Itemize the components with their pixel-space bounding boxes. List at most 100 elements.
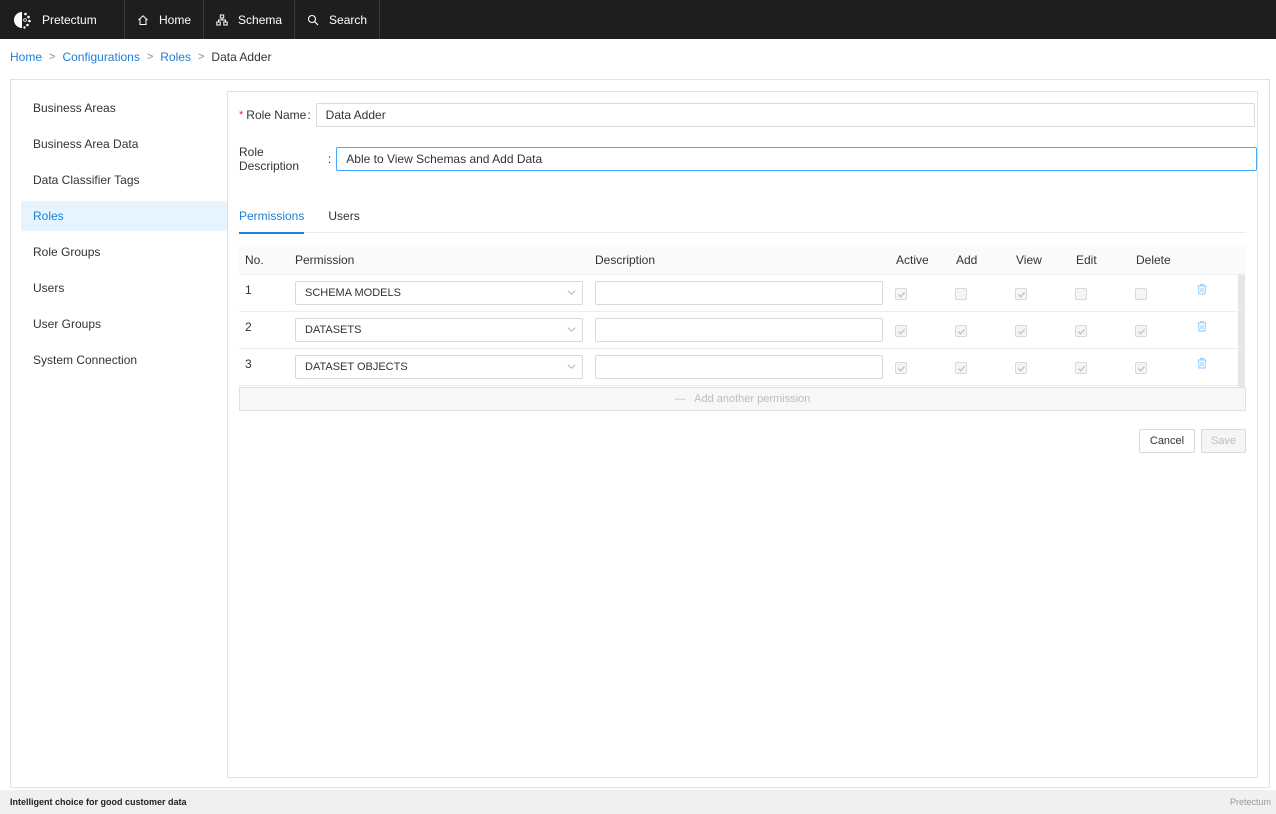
check-icon [1137,365,1146,372]
sidebar-item-user-groups[interactable]: User Groups [21,309,227,339]
breadcrumb-separator: > [146,51,154,63]
check-icon [1017,291,1026,298]
sidebar-item-data-classifier-tags[interactable]: Data Classifier Tags [21,165,227,195]
cancel-button[interactable]: Cancel [1139,429,1195,453]
nav-search[interactable]: Search [295,0,381,39]
sidebar-item-role-groups[interactable]: Role Groups [21,237,227,267]
required-mark: * [239,109,244,121]
header-permission: Permission [295,253,355,267]
role-description-input[interactable] [336,147,1257,171]
header-description: Description [595,253,656,267]
pretectum-logo-icon [14,11,31,29]
delete-checkbox[interactable] [1135,288,1147,300]
role-name-input[interactable] [315,103,1255,127]
active-checkbox[interactable] [895,288,907,300]
check-icon [957,328,966,335]
sidebar-item-system-connection[interactable]: System Connection [21,345,227,375]
tab-users[interactable]: Users [328,196,359,233]
breadcrumb-separator: > [49,51,56,63]
edit-checkbox[interactable] [1075,362,1087,374]
nav-home[interactable]: Home [125,0,205,39]
add-checkbox[interactable] [955,325,967,337]
trash-icon[interactable] [1196,320,1208,332]
row-number: 2 [245,320,252,334]
edit-checkbox[interactable] [1075,325,1087,337]
check-icon [1017,328,1026,335]
role-name-label: Role Name [246,108,307,122]
nav-home-label: Home [159,12,192,27]
trash-icon[interactable] [1196,283,1208,295]
nav-schema[interactable]: Schema [204,0,296,39]
permission-description-input[interactable] [595,281,883,305]
add-permission-button[interactable]: — Add another permission [239,387,1246,411]
table-row: 2 DATASETS [239,312,1246,349]
top-nav: Pretectum Home Schema Search [0,0,1276,39]
breadcrumb-roles[interactable]: Roles [160,50,191,64]
check-icon [1077,328,1086,335]
permission-select[interactable]: DATASET OBJECTS [295,355,583,379]
check-icon [1077,365,1086,372]
check-icon [897,328,906,335]
row-number: 3 [245,357,252,371]
footer-brand: Pretectum [1229,797,1271,807]
schema-icon [216,14,228,25]
permission-select[interactable]: SCHEMA MODELS [295,281,583,305]
permission-description-input[interactable] [595,318,883,342]
tab-permissions[interactable]: Permissions [239,196,305,234]
row-number: 1 [245,283,252,297]
brand-name: Pretectum [42,12,97,27]
minus-icon: — [674,393,686,405]
sidebar-item-business-area-data[interactable]: Business Area Data [21,129,227,159]
table-scrollbar[interactable] [1238,275,1245,387]
nav-schema-label: Schema [238,12,283,27]
header-add: Add [956,253,978,267]
permissions-table: No. Permission Description Active Add Vi… [239,245,1246,387]
home-icon [138,14,148,25]
save-button[interactable]: Save [1201,429,1246,453]
footer-tagline: Intelligent choice for good customer dat… [10,797,187,807]
add-checkbox[interactable] [955,362,967,374]
header-active: Active [896,253,929,267]
content-container: Business Areas Business Area Data Data C… [10,79,1270,788]
tabs: Permissions Users [239,196,1246,234]
breadcrumb-current: Data Adder [211,50,272,64]
active-checkbox[interactable] [895,325,907,337]
label-colon: : [307,108,311,122]
role-editor-panel: * Role Name : Role Description : Permiss… [227,91,1258,778]
search-icon [307,14,319,25]
breadcrumb: Home > Configurations > Roles > Data Add… [10,50,271,64]
breadcrumb-home[interactable]: Home [10,50,42,64]
header-no: No. [245,253,264,267]
role-name-row: * Role Name : [239,103,1255,127]
add-checkbox[interactable] [955,288,967,300]
trash-icon[interactable] [1196,357,1208,369]
permission-description-input[interactable] [595,355,883,379]
check-icon [1137,328,1146,335]
check-icon [897,365,906,372]
check-icon [957,365,966,372]
brand[interactable]: Pretectum [0,0,125,39]
table-header: No. Permission Description Active Add Vi… [239,245,1246,275]
breadcrumb-configurations[interactable]: Configurations [62,50,139,64]
breadcrumb-separator: > [197,51,205,63]
view-checkbox[interactable] [1015,362,1027,374]
sidebar-item-roles[interactable]: Roles [21,201,227,231]
delete-checkbox[interactable] [1135,362,1147,374]
edit-checkbox[interactable] [1075,288,1087,300]
footer: Intelligent choice for good customer dat… [0,790,1276,814]
delete-checkbox[interactable] [1135,325,1147,337]
sidebar-item-users[interactable]: Users [21,273,227,303]
sidebar-item-business-areas[interactable]: Business Areas [21,93,227,123]
view-checkbox[interactable] [1015,325,1027,337]
role-description-row: Role Description : [239,145,1257,173]
header-view: View [1016,253,1042,267]
chevron-down-icon [567,364,576,369]
view-checkbox[interactable] [1015,288,1027,300]
nav-search-label: Search [329,12,368,27]
active-checkbox[interactable] [895,362,907,374]
check-icon [1017,365,1026,372]
table-row: 3 DATASET OBJECTS [239,349,1246,386]
permission-select[interactable]: DATASETS [295,318,583,342]
sidebar: Business Areas Business Area Data Data C… [21,93,227,381]
permission-select-value: DATASET OBJECTS [305,361,408,373]
